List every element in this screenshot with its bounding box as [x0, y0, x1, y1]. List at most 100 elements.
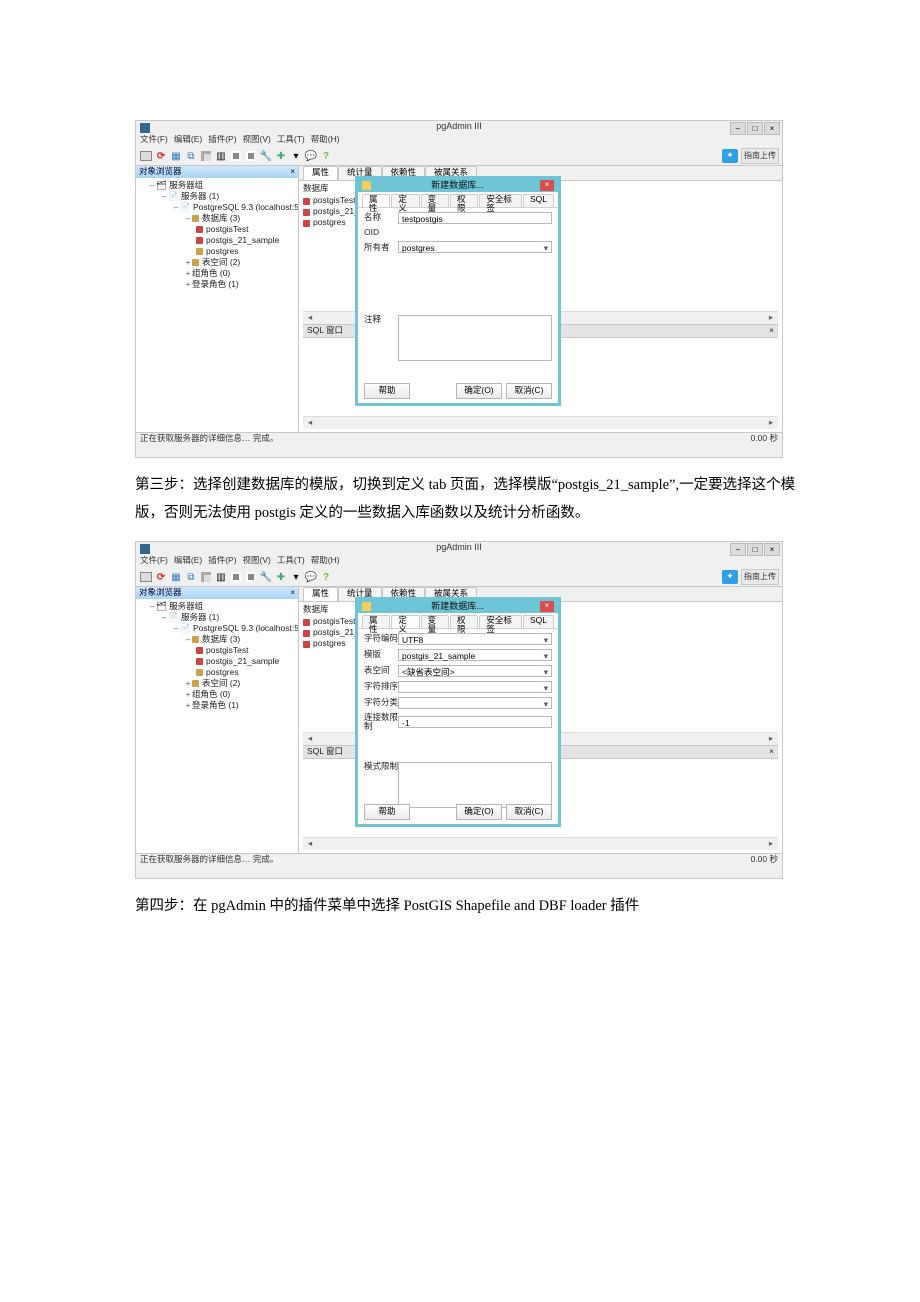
list-db1[interactable]: postgisTest	[313, 195, 356, 205]
dlg1-tab-privileges[interactable]: 权限	[450, 194, 478, 207]
tab-properties[interactable]: 属性	[303, 587, 338, 601]
puzzle-icon[interactable]: ✚	[274, 570, 288, 584]
grid2-icon[interactable]	[244, 570, 258, 584]
guru-icon[interactable]	[722, 149, 738, 163]
list-db3[interactable]: postgres	[313, 217, 346, 227]
connect-icon[interactable]	[139, 149, 153, 163]
guru-label[interactable]: 指南上传	[741, 148, 779, 164]
select-owner[interactable]: postgres	[398, 241, 552, 253]
sql-pane-close-icon[interactable]: ×	[769, 747, 774, 756]
help-icon[interactable]: ?	[319, 570, 333, 584]
menu-plugins[interactable]: 插件(P)	[208, 556, 236, 568]
dlg1-tab-variables[interactable]: 变量	[421, 194, 449, 207]
menu-tools[interactable]: 工具(T)	[277, 556, 305, 568]
dialog-close-button[interactable]: ×	[540, 180, 554, 191]
puzzle-icon[interactable]: ✚	[274, 149, 288, 163]
guru-label[interactable]: 指南上传	[741, 569, 779, 585]
menu-file[interactable]: 文件(F)	[140, 135, 168, 147]
object-browser-close-icon[interactable]: ×	[290, 168, 295, 177]
window-close-button[interactable]: ×	[764, 122, 780, 135]
dlg2-tab-seclabels[interactable]: 安全标签	[479, 615, 522, 628]
dlg1-tab-definition[interactable]: 定义	[391, 194, 419, 207]
hint-icon[interactable]: 💬	[304, 570, 318, 584]
guru-icon[interactable]	[722, 570, 738, 584]
window-min-button[interactable]: –	[730, 122, 746, 135]
menu-edit[interactable]: 编辑(E)	[174, 135, 202, 147]
menu-view[interactable]: 视图(V)	[243, 556, 271, 568]
sql-horizontal-scrollbar[interactable]: ◂▸	[303, 837, 778, 850]
object-browser-close-icon[interactable]: ×	[290, 589, 295, 598]
tree-login-roles[interactable]: 登录角色 (1)	[192, 279, 239, 289]
sql-icon[interactable]: ▦	[169, 149, 183, 163]
sql-horizontal-scrollbar[interactable]: ◂▸	[303, 416, 778, 429]
filter-icon[interactable]: ⧉	[184, 570, 198, 584]
table-icon[interactable]	[199, 570, 213, 584]
dlg1-cancel-button[interactable]: 取消(C)	[506, 383, 552, 399]
help-icon[interactable]: ?	[319, 149, 333, 163]
dlg1-tab-properties[interactable]: 属性	[362, 194, 390, 207]
window-close-button[interactable]: ×	[764, 543, 780, 556]
grid2-icon[interactable]	[244, 149, 258, 163]
menu-tools[interactable]: 工具(T)	[277, 135, 305, 147]
hint-icon[interactable]: 💬	[304, 149, 318, 163]
window-min-button[interactable]: –	[730, 543, 746, 556]
window-max-button[interactable]: □	[747, 543, 763, 556]
refresh-icon[interactable]: ⟳	[154, 149, 168, 163]
dlg1-ok-button[interactable]: 确定(O)	[456, 383, 502, 399]
menu-help[interactable]: 帮助(H)	[311, 556, 340, 568]
textarea-schemarestr[interactable]	[398, 762, 552, 808]
dlg2-tab-sql[interactable]: SQL	[523, 615, 554, 628]
dlg2-ok-button[interactable]: 确定(O)	[456, 804, 502, 820]
maintenance-icon[interactable]: 🔧	[259, 149, 273, 163]
dlg1-tab-sql[interactable]: SQL	[523, 194, 554, 207]
refresh-icon[interactable]: ⟳	[154, 570, 168, 584]
table-icon[interactable]	[199, 149, 213, 163]
tree-db-postgistest[interactable]: postgisTest	[206, 224, 249, 234]
menu-plugins[interactable]: 插件(P)	[208, 135, 236, 147]
select-tablespace[interactable]: <缺省表空间>	[398, 665, 552, 677]
tree-servers[interactable]: 服务器 (1)	[181, 191, 219, 201]
tree-tablespaces[interactable]: 表空间 (2)	[202, 257, 240, 267]
sql-icon[interactable]: ▦	[169, 570, 183, 584]
tree-db-postgis21[interactable]: postgis_21_sample	[206, 235, 279, 245]
menu-help[interactable]: 帮助(H)	[311, 135, 340, 147]
object-tree[interactable]: –服务器组 –服务器 (1) –PostgreSQL 9.3 (localhos…	[136, 599, 298, 853]
form-icon[interactable]: ▥	[214, 149, 228, 163]
input-name[interactable]: testpostgis	[398, 212, 552, 224]
dlg2-help-button[interactable]: 帮助	[364, 804, 410, 820]
dlg2-cancel-button[interactable]: 取消(C)	[506, 804, 552, 820]
select-collation[interactable]	[398, 681, 552, 693]
maintenance-icon[interactable]: 🔧	[259, 570, 273, 584]
dropdown-icon[interactable]: ▾	[289, 570, 303, 584]
tree-databases[interactable]: 数据库 (3)	[202, 213, 240, 223]
dialog-close-button[interactable]: ×	[540, 601, 554, 612]
select-template[interactable]: postgis_21_sample	[398, 649, 552, 661]
menu-file[interactable]: 文件(F)	[140, 556, 168, 568]
dlg2-tab-properties[interactable]: 属性	[362, 615, 390, 628]
connect-icon[interactable]	[139, 570, 153, 584]
dlg2-tab-variables[interactable]: 变量	[421, 615, 449, 628]
sql-pane-close-icon[interactable]: ×	[769, 326, 774, 335]
tree-group-roles[interactable]: 组角色 (0)	[192, 268, 230, 278]
tree-server-group[interactable]: 服务器组	[169, 180, 203, 190]
dropdown-icon[interactable]: ▾	[289, 149, 303, 163]
grid-icon[interactable]	[229, 570, 243, 584]
textarea-comment[interactable]	[398, 315, 552, 361]
tree-pg[interactable]: PostgreSQL 9.3 (localhost:5432)	[193, 202, 298, 212]
tab-properties[interactable]: 属性	[303, 166, 338, 180]
object-tree[interactable]: –服务器组 –服务器 (1) –PostgreSQL 9.3 (localhos…	[136, 178, 298, 432]
dlg1-help-button[interactable]: 帮助	[364, 383, 410, 399]
form-icon[interactable]: ▥	[214, 570, 228, 584]
menu-view[interactable]: 视图(V)	[243, 135, 271, 147]
grid-icon[interactable]	[229, 149, 243, 163]
input-connlimit[interactable]: -1	[398, 716, 552, 728]
menu-edit[interactable]: 编辑(E)	[174, 556, 202, 568]
window-max-button[interactable]: □	[747, 122, 763, 135]
dlg2-tab-privileges[interactable]: 权限	[450, 615, 478, 628]
select-encoding[interactable]: UTF8	[398, 633, 552, 645]
filter-icon[interactable]: ⧉	[184, 149, 198, 163]
dlg1-tab-seclabels[interactable]: 安全标签	[479, 194, 522, 207]
select-ctype[interactable]	[398, 697, 552, 709]
tree-db-postgres[interactable]: postgres	[206, 246, 239, 256]
dlg2-tab-definition[interactable]: 定义	[391, 615, 419, 628]
